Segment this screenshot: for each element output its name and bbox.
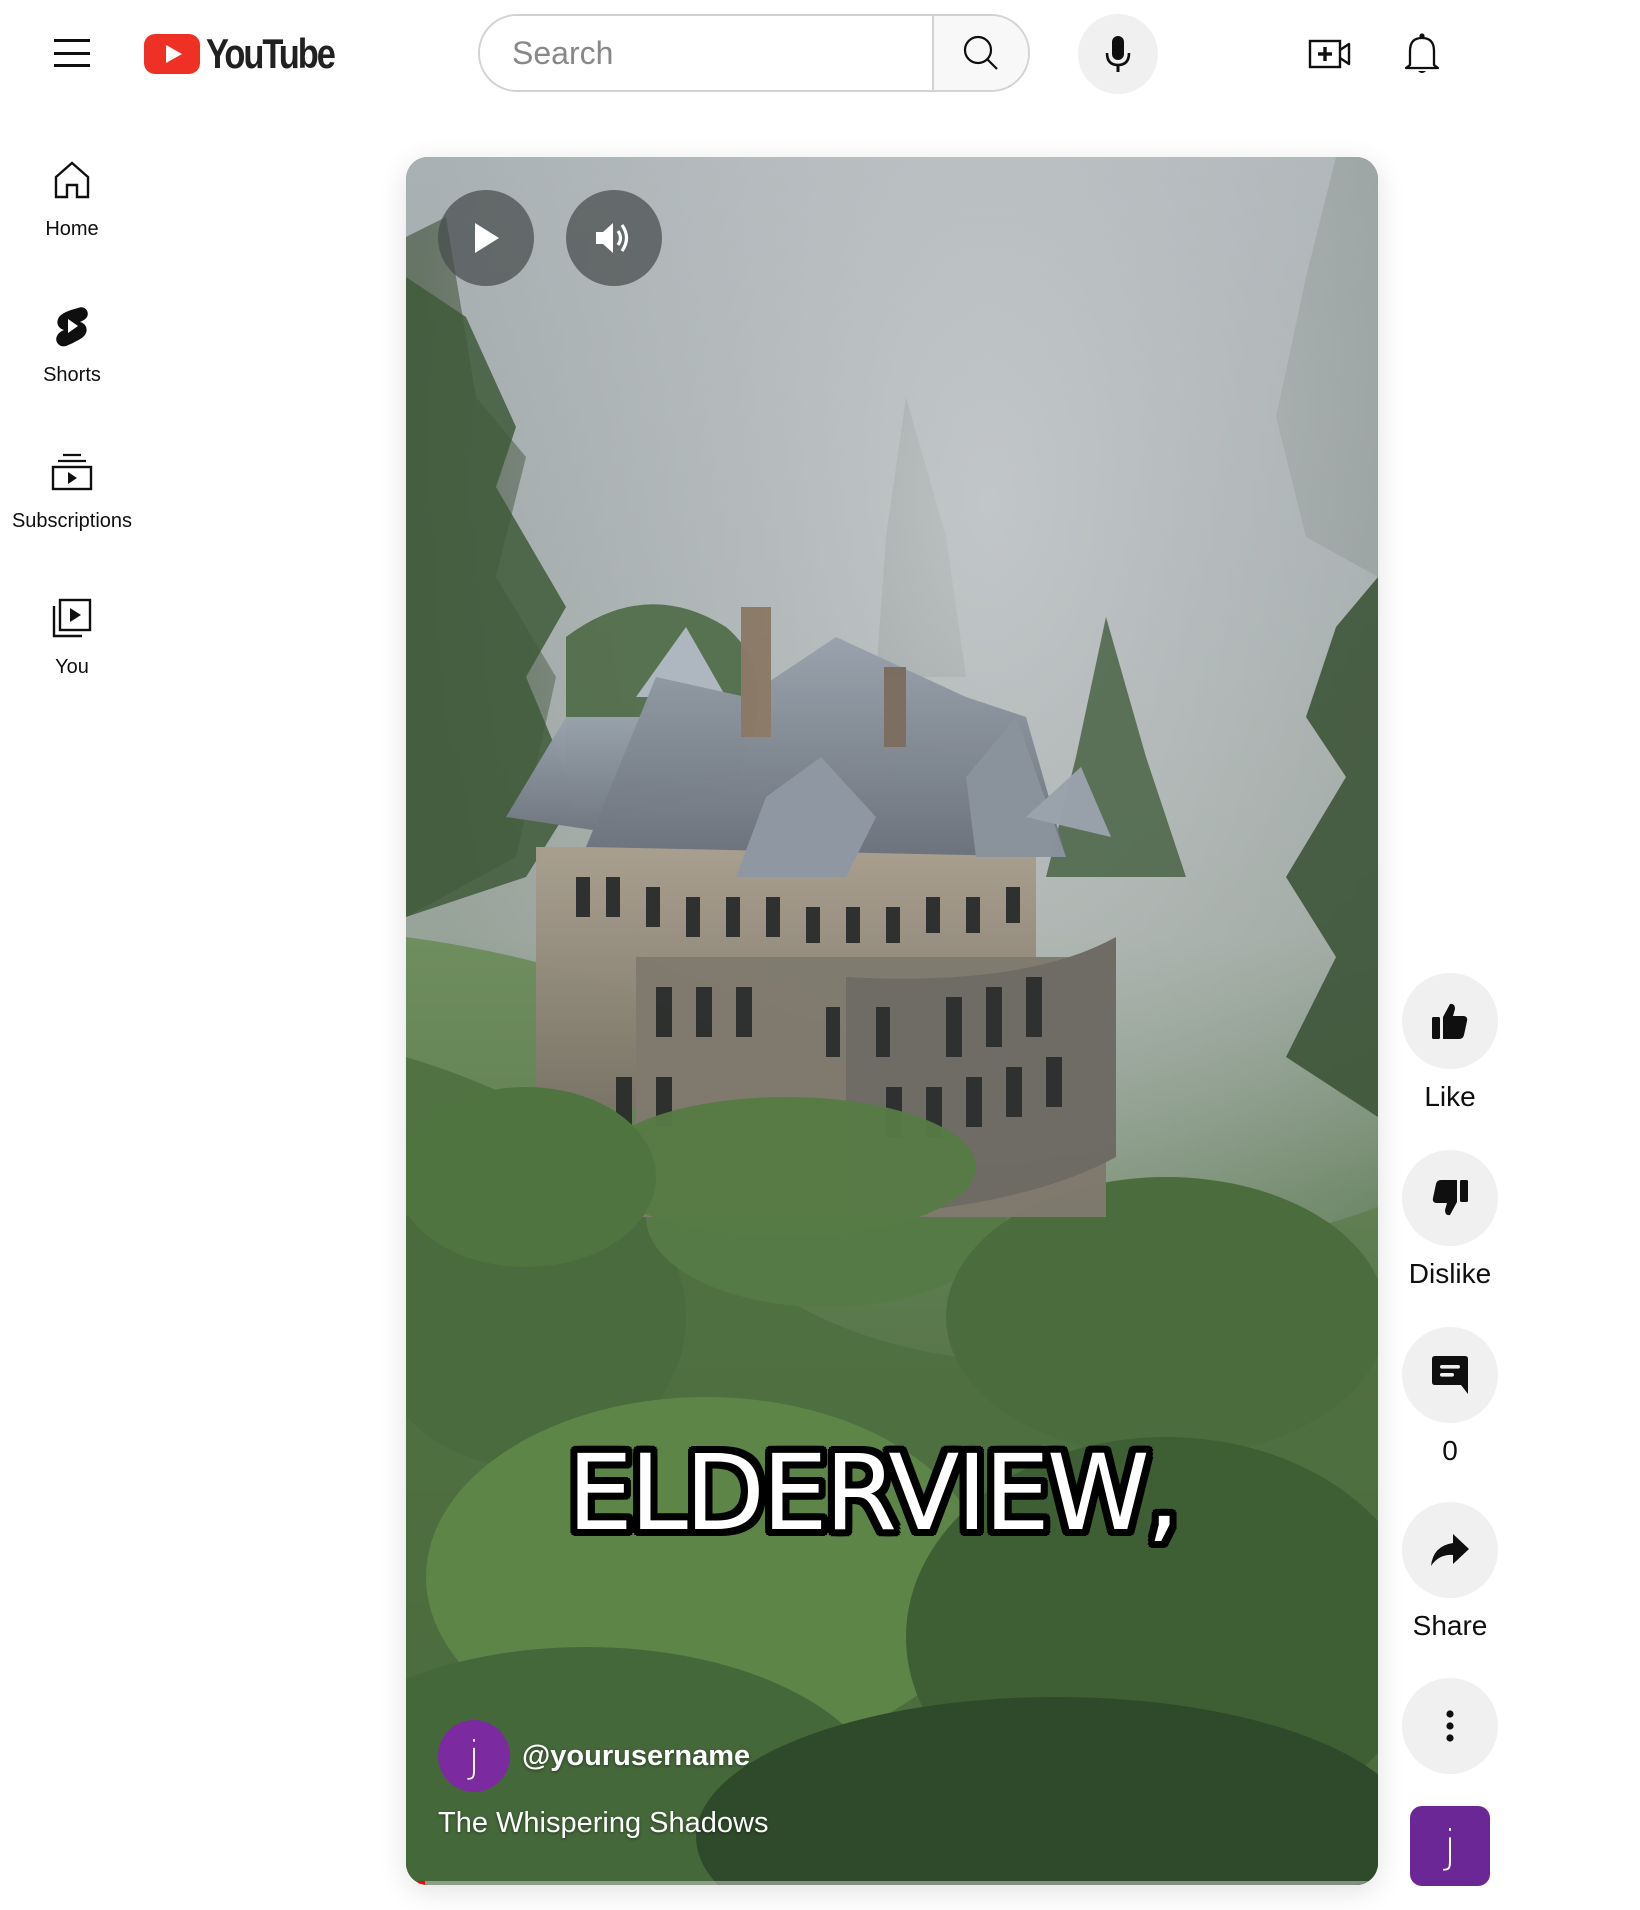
sidebar-item-label: Shorts	[43, 364, 101, 386]
menu-button[interactable]	[46, 30, 98, 76]
channel-info: j @yourusername	[438, 1720, 750, 1792]
voice-search-button[interactable]	[1078, 14, 1158, 94]
search-button[interactable]	[932, 16, 1028, 90]
home-icon	[50, 158, 94, 202]
bell-icon	[1404, 33, 1440, 73]
shorts-icon	[50, 304, 94, 348]
you-library-icon	[50, 596, 94, 640]
dislike-button[interactable]	[1402, 1150, 1498, 1246]
like-action: Like	[1402, 973, 1498, 1113]
volume-icon	[596, 223, 629, 253]
comments-action: 0	[1402, 1327, 1498, 1467]
comments-button[interactable]	[1402, 1327, 1498, 1423]
notifications-button[interactable]	[1392, 24, 1452, 84]
thumbs-down-icon	[1432, 1180, 1468, 1216]
search-bar	[478, 14, 1030, 92]
video-title[interactable]: The Whispering Shadows	[438, 1807, 768, 1840]
progress-bar-fill	[406, 1881, 426, 1885]
share-button[interactable]	[1402, 1502, 1498, 1598]
sidebar-item-label: You	[55, 656, 89, 678]
play-icon	[475, 223, 499, 253]
youtube-play-badge-icon	[144, 34, 200, 74]
comment-icon	[1432, 1356, 1468, 1394]
search-input[interactable]	[480, 16, 932, 90]
comments-count: 0	[1442, 1435, 1458, 1466]
search-icon	[963, 35, 998, 70]
sound-channel-thumbnail[interactable]: j	[1410, 1806, 1490, 1886]
like-button[interactable]	[1402, 973, 1498, 1069]
channel-handle-link[interactable]: @yourusername	[522, 1740, 750, 1773]
share-label: Share	[1412, 1610, 1488, 1641]
short-video-player[interactable]: ELDERVIEW, j @yourusername The Whisperin…	[406, 157, 1378, 1885]
dislike-label: Dislike	[1408, 1258, 1492, 1289]
dislike-action: Dislike	[1402, 1150, 1498, 1290]
microphone-icon	[1105, 36, 1131, 72]
sidebar-item-label: Subscriptions	[11, 510, 133, 532]
thumbs-up-icon	[1432, 1003, 1468, 1039]
hamburger-icon-line	[54, 64, 90, 67]
sidebar-item-shorts[interactable]: Shorts	[0, 292, 144, 422]
sidebar-item-label: Home	[45, 218, 99, 240]
sidebar-item-you[interactable]: You	[0, 584, 144, 714]
subscriptions-icon	[50, 450, 94, 494]
youtube-logo[interactable]: YouTube	[144, 32, 362, 76]
hamburger-icon-line	[54, 52, 90, 55]
sidebar-item-home[interactable]: Home	[0, 146, 144, 276]
more-action	[1402, 1678, 1498, 1774]
logo-text: YouTube	[206, 30, 336, 77]
video-caption-overlay: ELDERVIEW,	[567, 1432, 1179, 1554]
like-label: Like	[1424, 1081, 1476, 1112]
channel-avatar[interactable]: j	[438, 1720, 510, 1792]
hamburger-icon-line	[54, 39, 90, 42]
more-options-button[interactable]	[1402, 1678, 1498, 1774]
video-frame-mansion-scene	[406, 157, 1378, 1885]
share-arrow-icon	[1431, 1534, 1469, 1566]
volume-button[interactable]	[566, 190, 662, 286]
video-camera-add-icon	[1308, 39, 1351, 69]
create-video-button[interactable]	[1300, 28, 1360, 80]
sidebar-item-subscriptions[interactable]: Subscriptions	[0, 438, 144, 568]
progress-bar[interactable]	[406, 1881, 1378, 1885]
share-action: Share	[1402, 1502, 1498, 1642]
play-button[interactable]	[438, 190, 534, 286]
more-vertical-icon	[1446, 1710, 1454, 1742]
